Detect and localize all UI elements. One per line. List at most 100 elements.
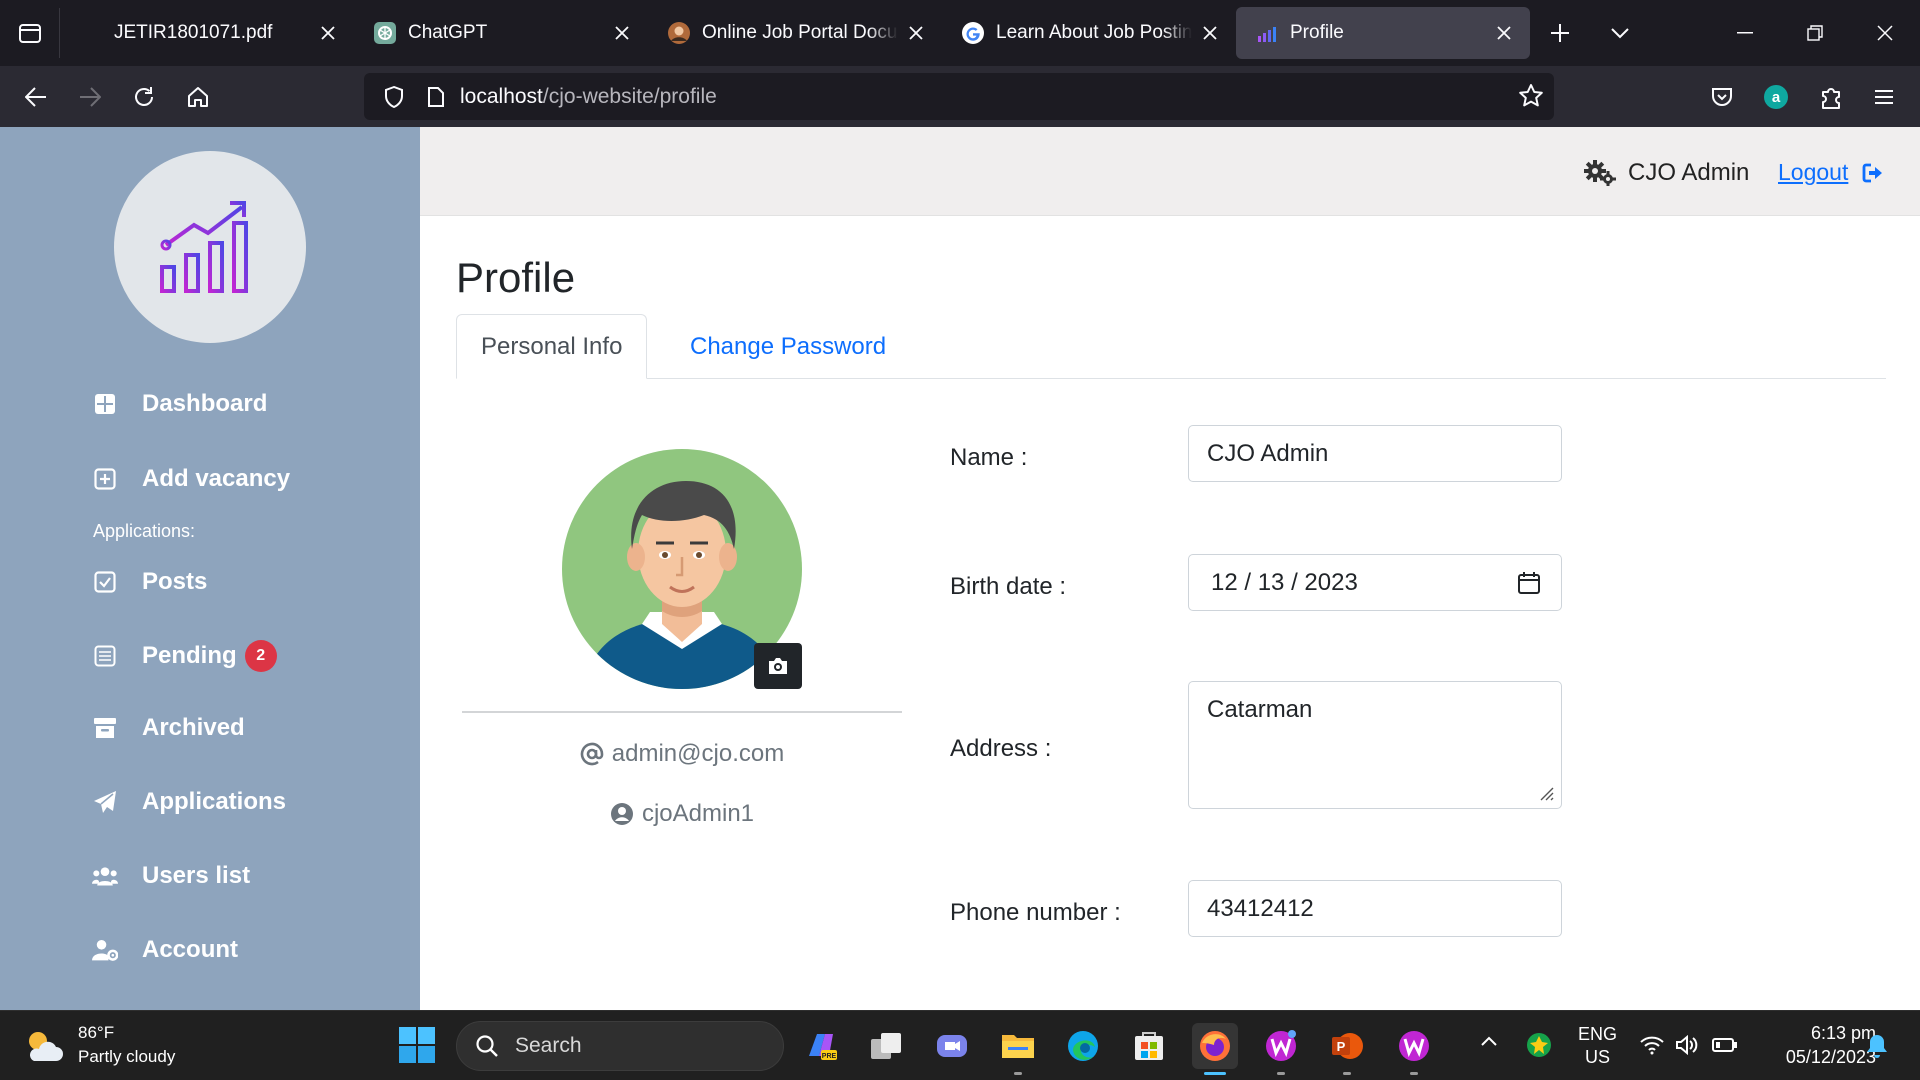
sidebar-item-add-vacancy[interactable]: Add vacancy	[92, 465, 290, 493]
sidebar-item-account[interactable]: Account	[92, 936, 238, 964]
language-indicator[interactable]: ENG US	[1578, 1023, 1617, 1069]
pocket-button[interactable]	[1699, 74, 1745, 120]
gears-icon	[1584, 160, 1616, 186]
admin-user-menu[interactable]: CJO Admin	[1584, 159, 1749, 187]
resize-grip-icon[interactable]	[1538, 785, 1554, 801]
account-extension-button[interactable]: a	[1753, 74, 1799, 120]
change-photo-button[interactable]	[754, 643, 802, 689]
teams-meet-app[interactable]	[929, 1023, 975, 1069]
sidebar-item-label: Users list	[142, 862, 251, 889]
wps-writer-app[interactable]	[1391, 1023, 1437, 1075]
name-field[interactable]: CJO Admin	[1188, 425, 1562, 482]
tray-app-icon[interactable]	[1526, 1032, 1552, 1058]
home-button[interactable]	[171, 75, 225, 119]
users-icon	[92, 863, 118, 889]
shield-icon[interactable]	[370, 85, 418, 108]
browser-tab-pdf[interactable]: JETIR1801071.pdf	[60, 7, 354, 59]
notifications-button[interactable]	[1866, 1033, 1888, 1059]
video-chat-icon	[937, 1035, 967, 1057]
user-circle-icon	[610, 803, 633, 825]
task-view-app[interactable]	[863, 1023, 909, 1069]
pocket-icon	[1712, 88, 1732, 106]
battery-icon[interactable]	[1712, 1037, 1738, 1053]
close-icon[interactable]	[316, 21, 340, 45]
list-tabs-button[interactable]	[1590, 0, 1650, 66]
close-icon[interactable]	[1198, 21, 1222, 45]
start-button[interactable]	[398, 1026, 436, 1064]
reload-button[interactable]	[117, 75, 171, 119]
browser-tab-documentation[interactable]: Online Job Portal Documentation	[648, 7, 942, 59]
sidebar-item-applications[interactable]: Applications	[92, 788, 286, 816]
camera-icon	[769, 658, 787, 674]
browser-tab-google[interactable]: Learn About Job Posting Sites	[942, 7, 1236, 59]
close-icon[interactable]	[1492, 21, 1516, 45]
browser-nav-bar: localhost/cjo-website/profile a	[0, 66, 1920, 127]
sidebar-item-dashboard[interactable]: Dashboard	[92, 390, 267, 418]
growth-chart-logo-icon	[160, 201, 248, 293]
all-tabs-button[interactable]	[0, 8, 60, 58]
paper-plane-icon	[92, 789, 118, 815]
calendar-icon[interactable]	[1517, 571, 1541, 595]
sidebar-item-posts[interactable]: Posts	[92, 568, 207, 596]
address-textarea[interactable]: Catarman	[1188, 681, 1562, 809]
phone-field[interactable]: 43412412	[1188, 880, 1562, 937]
browser-tab-profile[interactable]: Profile	[1236, 7, 1530, 59]
tab-title: Profile	[1290, 22, 1344, 43]
logout-link[interactable]: Logout	[1778, 159, 1886, 186]
back-button[interactable]	[9, 75, 63, 119]
volume-icon[interactable]	[1675, 1035, 1699, 1055]
page-icon[interactable]	[418, 86, 454, 107]
tab-title: JETIR1801071.pdf	[114, 22, 273, 43]
forward-button[interactable]	[63, 75, 117, 119]
sidebar-item-users-list[interactable]: Users list	[92, 862, 250, 890]
close-icon[interactable]	[904, 21, 928, 45]
file-explorer-app[interactable]	[995, 1023, 1041, 1075]
tab-change-password[interactable]: Change Password	[666, 314, 910, 379]
site-logo[interactable]	[114, 151, 306, 343]
sidebar-item-pending[interactable]: Pending 2	[92, 640, 277, 672]
sign-out-icon	[1862, 163, 1883, 182]
tab-title: ChatGPT	[408, 22, 488, 43]
show-hidden-icons-button[interactable]	[1480, 1035, 1498, 1047]
sidebar-item-label: Dashboard	[142, 390, 268, 417]
weather-widget[interactable]: 86°F Partly cloudy	[24, 1021, 175, 1069]
sidebar-item-archived[interactable]: Archived	[92, 714, 245, 742]
browser-tab-chatgpt[interactable]: ChatGPT	[354, 7, 648, 59]
chevron-up-icon	[1481, 1036, 1497, 1046]
extensions-button[interactable]	[1808, 74, 1854, 120]
list-icon	[92, 643, 118, 669]
check-square-icon	[92, 569, 118, 595]
app-menu-button[interactable]	[1861, 74, 1907, 120]
sidebar-item-label: Pending	[142, 642, 237, 669]
tab-personal-info[interactable]: Personal Info	[456, 314, 648, 379]
minimize-icon	[1737, 32, 1753, 34]
archive-icon	[92, 715, 118, 741]
close-icon[interactable]	[610, 21, 634, 45]
new-tab-button[interactable]	[1530, 0, 1590, 66]
url-text[interactable]: localhost/cjo-website/profile	[460, 85, 717, 109]
folder-icon	[1002, 1035, 1034, 1058]
system-clock[interactable]: 6:13 pm 05/12/2023	[1744, 1021, 1876, 1069]
svg-text:P: P	[1337, 1039, 1346, 1054]
taskbar-search[interactable]: Search	[456, 1021, 784, 1071]
bookmark-star-icon[interactable]	[1518, 83, 1544, 109]
sidebar-item-label: Posts	[142, 568, 208, 595]
wps-office-app[interactable]	[1258, 1023, 1304, 1075]
tab-title: Online Job Portal Documentation	[702, 22, 898, 43]
firefox-app[interactable]	[1192, 1023, 1238, 1075]
birth-date-field[interactable]: 12 / 13 / 2023	[1188, 554, 1562, 611]
edge-app[interactable]	[1060, 1023, 1106, 1069]
wps-writer-icon	[1399, 1031, 1429, 1061]
close-window-button[interactable]	[1850, 0, 1920, 66]
url-bar[interactable]: localhost/cjo-website/profile	[364, 73, 1554, 120]
email-text: admin@cjo.com	[611, 740, 785, 767]
restore-button[interactable]	[1780, 0, 1850, 66]
powerpoint-app[interactable]: P	[1324, 1023, 1370, 1075]
copilot-app[interactable]: PRE	[798, 1023, 844, 1069]
phone-value: 43412412	[1207, 894, 1314, 922]
microsoft-store-app[interactable]	[1126, 1023, 1172, 1069]
weather-description: Partly cloudy	[78, 1047, 176, 1066]
network-icon[interactable]	[1640, 1035, 1664, 1055]
minimize-button[interactable]	[1710, 0, 1780, 66]
clock-time: 6:13 pm	[1810, 1023, 1876, 1043]
